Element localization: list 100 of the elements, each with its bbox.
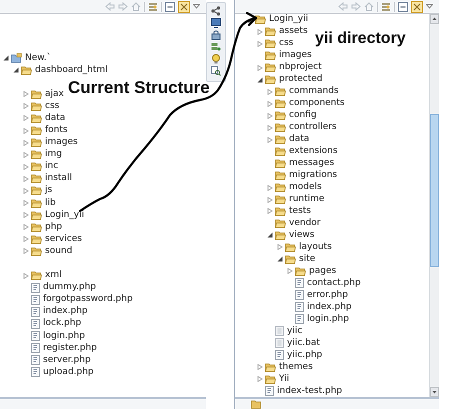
- tree-item[interactable]: views: [289, 230, 314, 241]
- tree-item[interactable]: login.php: [307, 314, 349, 325]
- collapsed-arrow-icon[interactable]: [23, 103, 29, 110]
- back-arrow-icon[interactable]: [338, 2, 348, 11]
- tree-item[interactable]: login.php: [43, 330, 85, 342]
- tree-item[interactable]: Login_yii: [269, 14, 308, 26]
- bulb-icon[interactable]: [211, 54, 221, 64]
- tree-item[interactable]: lib: [45, 198, 56, 209]
- lock-icon[interactable]: [211, 30, 221, 40]
- collapsed-arrow-icon[interactable]: [23, 248, 29, 254]
- collapsed-arrow-icon[interactable]: [277, 244, 283, 250]
- tree-item[interactable]: yiic: [287, 326, 302, 337]
- tree-item[interactable]: ajax: [45, 88, 64, 100]
- collapsed-arrow-icon[interactable]: [267, 136, 273, 143]
- tree-item[interactable]: css: [279, 38, 294, 50]
- expanded-arrow-icon[interactable]: [277, 256, 283, 262]
- collapsed-arrow-icon[interactable]: [267, 124, 273, 131]
- collapsed-arrow-icon[interactable]: [23, 128, 29, 134]
- back-arrow-icon[interactable]: [105, 2, 115, 11]
- scrollbar-thumb[interactable]: [430, 114, 439, 267]
- home-icon[interactable]: [131, 2, 141, 11]
- tree-item[interactable]: config: [289, 110, 317, 122]
- tree-item[interactable]: dummy.php: [43, 282, 96, 294]
- tree-item[interactable]: Login_yii: [45, 210, 84, 221]
- tree-item[interactable]: tests: [289, 206, 311, 217]
- tree-item[interactable]: vendor: [289, 218, 320, 229]
- collapsed-arrow-icon[interactable]: [23, 152, 29, 158]
- tree-item[interactable]: models: [289, 182, 322, 194]
- tree-item[interactable]: error.php: [307, 290, 348, 301]
- view-menu-icon[interactable]: [426, 4, 433, 9]
- tree-item[interactable]: contact.php: [307, 278, 361, 289]
- tree-item[interactable]: php: [45, 222, 62, 233]
- tree-item[interactable]: New.`: [25, 52, 52, 64]
- tree-item[interactable]: sound: [45, 246, 72, 257]
- collapsed-arrow-icon[interactable]: [267, 112, 273, 119]
- tree-item[interactable]: images: [45, 137, 78, 148]
- collapsed-arrow-icon[interactable]: [267, 196, 273, 203]
- server-icon[interactable]: [211, 42, 221, 52]
- collapsed-arrow-icon[interactable]: [23, 115, 29, 122]
- tree-item[interactable]: site: [299, 254, 316, 265]
- collapsed-arrow-icon[interactable]: [23, 272, 29, 279]
- collapsed-arrow-icon[interactable]: [267, 208, 273, 214]
- tree-item[interactable]: data: [289, 134, 310, 146]
- tree-item[interactable]: protected: [279, 74, 323, 86]
- tree-item[interactable]: lock.php: [43, 318, 82, 330]
- tree-item[interactable]: migrations: [289, 170, 338, 182]
- tree-item[interactable]: commands: [289, 86, 339, 98]
- tree-item[interactable]: upload.php: [43, 366, 94, 378]
- tree-item[interactable]: forgotpassword.php: [43, 294, 133, 306]
- scroll-up-button[interactable]: [430, 14, 439, 24]
- forward-arrow-icon[interactable]: [351, 2, 361, 11]
- tree-item[interactable]: server.php: [43, 354, 91, 366]
- tree-item[interactable]: install: [45, 173, 72, 184]
- tree-item[interactable]: assets: [279, 26, 308, 38]
- tree-item[interactable]: xml: [45, 270, 62, 282]
- collapsed-arrow-icon[interactable]: [257, 364, 263, 370]
- expanded-arrow-icon[interactable]: [3, 55, 9, 62]
- tree-item[interactable]: index-test.php: [277, 386, 342, 397]
- scrollbar[interactable]: [429, 14, 439, 397]
- collapsed-arrow-icon[interactable]: [23, 236, 29, 242]
- search-icon[interactable]: [211, 66, 221, 76]
- tree-item[interactable]: register.php: [43, 342, 97, 354]
- expanded-arrow-icon[interactable]: [257, 76, 263, 83]
- collapsed-arrow-icon[interactable]: [267, 100, 273, 107]
- expanded-arrow-icon[interactable]: [267, 232, 273, 238]
- collapsed-arrow-icon[interactable]: [23, 164, 29, 170]
- view-menu-icon[interactable]: [193, 4, 200, 9]
- tree-item[interactable]: layouts: [299, 242, 332, 253]
- collapsed-arrow-icon[interactable]: [23, 224, 29, 230]
- tree-item[interactable]: index.php: [307, 302, 352, 313]
- collapsed-arrow-icon[interactable]: [267, 184, 273, 191]
- tree-item[interactable]: nbproject: [279, 62, 322, 74]
- collapsed-arrow-icon[interactable]: [257, 28, 263, 35]
- collapsed-arrow-icon[interactable]: [267, 88, 273, 95]
- tree-item[interactable]: inc: [45, 161, 58, 172]
- collapsed-arrow-icon[interactable]: [23, 176, 29, 182]
- collapsed-arrow-icon[interactable]: [23, 188, 29, 194]
- expanded-arrow-icon[interactable]: [13, 67, 19, 74]
- tree-item[interactable]: data: [45, 112, 66, 124]
- tree-item[interactable]: yiic.php: [287, 350, 322, 361]
- tree-item[interactable]: img: [45, 149, 62, 160]
- collapsed-arrow-icon[interactable]: [257, 40, 263, 47]
- tree-item[interactable]: runtime: [289, 194, 324, 206]
- tree-item[interactable]: css: [45, 100, 60, 112]
- collapsed-arrow-icon[interactable]: [23, 200, 29, 206]
- tree-item[interactable]: yiic.bat: [287, 338, 320, 349]
- tree-item[interactable]: extensions: [289, 146, 338, 158]
- tree-item[interactable]: pages: [309, 266, 336, 277]
- tree-item[interactable]: index.php: [43, 306, 88, 318]
- tree-item[interactable]: controllers: [289, 122, 337, 134]
- home-icon[interactable]: [364, 2, 374, 11]
- collapse-all-icon[interactable]: [165, 2, 175, 12]
- collapse-all-icon[interactable]: [398, 2, 408, 12]
- collapsed-arrow-icon[interactable]: [287, 268, 293, 274]
- tree-item[interactable]: Yii: [279, 374, 290, 385]
- tree-item[interactable]: messages: [289, 158, 334, 170]
- tree-item[interactable]: services: [45, 234, 82, 245]
- tree-item[interactable]: dashboard_html: [35, 64, 108, 76]
- share-icon[interactable]: [211, 6, 221, 16]
- tree-item[interactable]: js: [45, 185, 52, 196]
